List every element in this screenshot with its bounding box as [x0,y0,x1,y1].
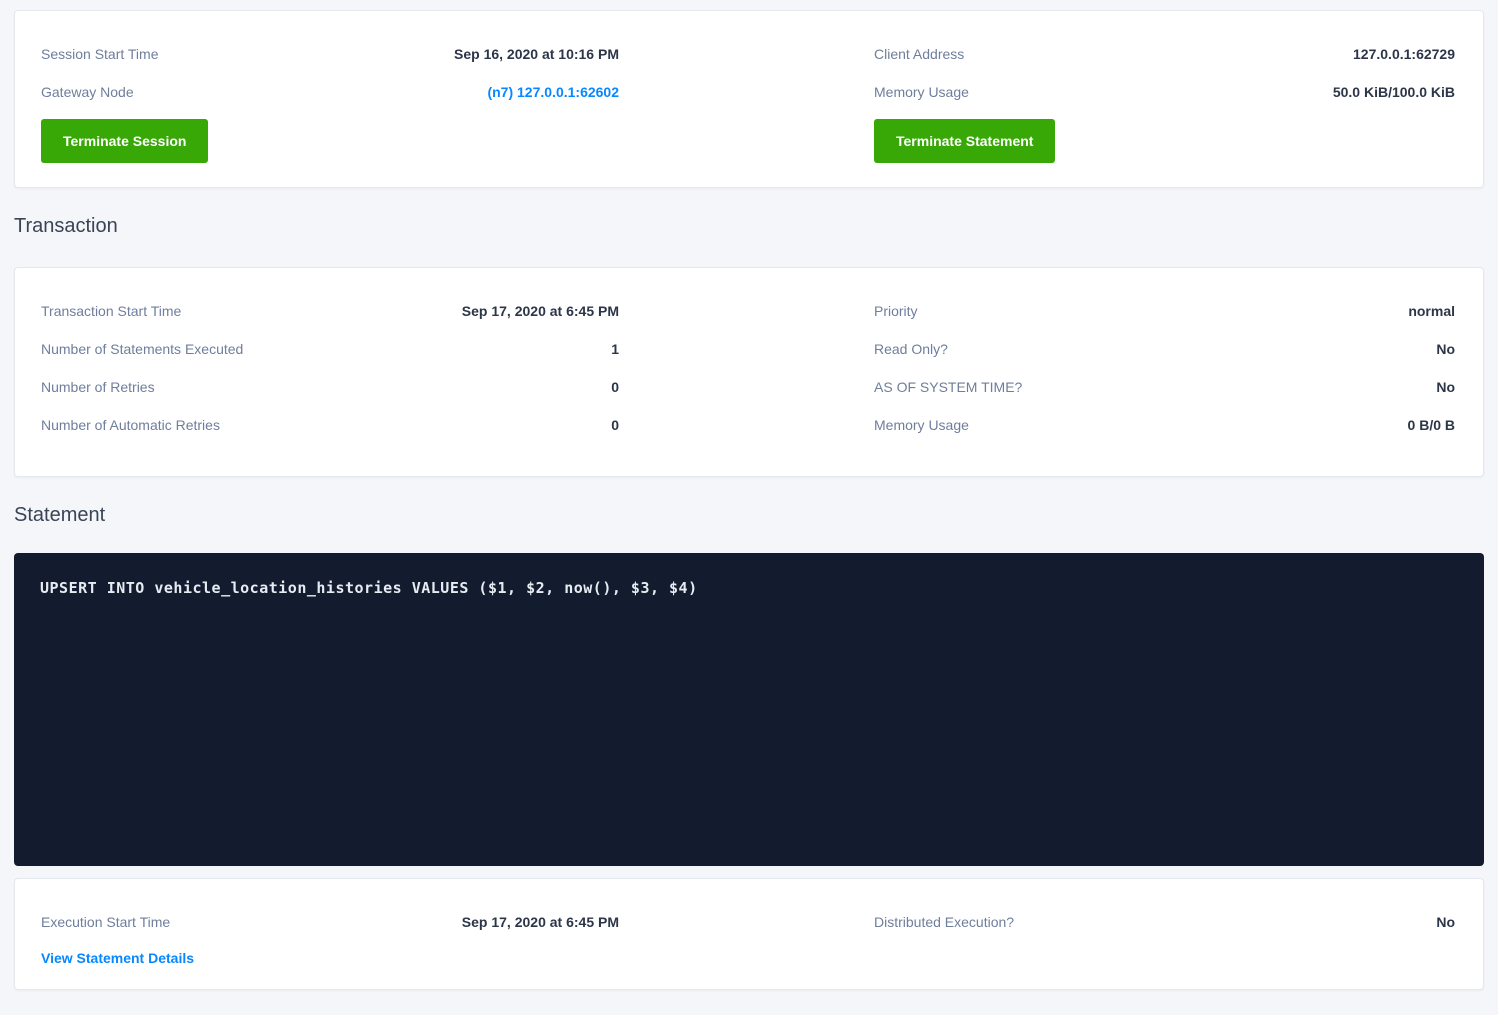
transaction-right-column: Priority normal Read Only? No AS OF SYST… [749,268,1483,476]
priority-row: Priority normal [874,292,1455,330]
statements-executed-row: Number of Statements Executed 1 [41,330,619,368]
statements-executed-label: Number of Statements Executed [41,341,243,357]
transaction-start-time-row: Transaction Start Time Sep 17, 2020 at 6… [41,292,619,330]
as-of-system-time-row: AS OF SYSTEM TIME? No [874,368,1455,406]
session-start-time-value: Sep 16, 2020 at 10:16 PM [454,46,619,62]
execution-start-time-value: Sep 17, 2020 at 6:45 PM [462,914,619,930]
statement-sql-box: UPSERT INTO vehicle_location_histories V… [14,553,1484,866]
transaction-start-time-value: Sep 17, 2020 at 6:45 PM [462,303,619,319]
client-address-row: Client Address 127.0.0.1:62729 [874,35,1455,73]
automatic-retries-label: Number of Automatic Retries [41,417,220,433]
distributed-execution-row: Distributed Execution? No [874,903,1455,941]
distributed-execution-label: Distributed Execution? [874,914,1014,930]
read-only-value: No [1436,341,1455,357]
transaction-memory-usage-value: 0 B/0 B [1408,417,1455,433]
session-memory-usage-label: Memory Usage [874,84,969,100]
client-address-label: Client Address [874,46,964,62]
session-memory-usage-row: Memory Usage 50.0 KiB/100.0 KiB [874,73,1455,111]
transaction-memory-usage-row: Memory Usage 0 B/0 B [874,406,1455,444]
priority-label: Priority [874,303,918,319]
session-memory-usage-value: 50.0 KiB/100.0 KiB [1333,84,1455,100]
terminate-session-button[interactable]: Terminate Session [41,119,208,163]
automatic-retries-row: Number of Automatic Retries 0 [41,406,619,444]
transaction-left-column: Transaction Start Time Sep 17, 2020 at 6… [15,268,749,476]
statement-section-title: Statement [14,501,1484,529]
execution-start-time-label: Execution Start Time [41,914,170,930]
automatic-retries-value: 0 [611,417,619,433]
read-only-label: Read Only? [874,341,948,357]
distributed-execution-value: No [1436,914,1455,930]
execution-left-column: Execution Start Time Sep 17, 2020 at 6:4… [15,879,749,989]
session-summary-right-column: Client Address 127.0.0.1:62729 Memory Us… [749,11,1483,187]
transaction-card: Transaction Start Time Sep 17, 2020 at 6… [14,267,1484,477]
session-start-time-label: Session Start Time [41,46,159,62]
gateway-node-label: Gateway Node [41,84,134,100]
transaction-memory-usage-label: Memory Usage [874,417,969,433]
sql-statement-text: UPSERT INTO vehicle_location_histories V… [40,579,698,597]
execution-right-column: Distributed Execution? No [749,879,1483,989]
session-start-time-row: Session Start Time Sep 16, 2020 at 10:16… [41,35,619,73]
retries-label: Number of Retries [41,379,155,395]
session-summary-left-column: Session Start Time Sep 16, 2020 at 10:16… [15,11,749,187]
statements-executed-value: 1 [611,341,619,357]
execution-card: Execution Start Time Sep 17, 2020 at 6:4… [14,878,1484,990]
priority-value: normal [1408,303,1455,319]
read-only-row: Read Only? No [874,330,1455,368]
retries-value: 0 [611,379,619,395]
gateway-node-link[interactable]: (n7) 127.0.0.1:62602 [487,84,619,100]
execution-start-time-row: Execution Start Time Sep 17, 2020 at 6:4… [41,903,619,941]
gateway-node-row: Gateway Node (n7) 127.0.0.1:62602 [41,73,619,111]
transaction-section-title: Transaction [14,212,1484,240]
transaction-start-time-label: Transaction Start Time [41,303,181,319]
session-details-page: Session Start Time Sep 16, 2020 at 10:16… [0,10,1498,1015]
as-of-system-time-label: AS OF SYSTEM TIME? [874,379,1022,395]
as-of-system-time-value: No [1436,379,1455,395]
terminate-statement-button[interactable]: Terminate Statement [874,119,1055,163]
retries-row: Number of Retries 0 [41,368,619,406]
client-address-value: 127.0.0.1:62729 [1353,46,1455,62]
session-summary-card: Session Start Time Sep 16, 2020 at 10:16… [14,10,1484,188]
view-statement-details-link[interactable]: View Statement Details [41,950,194,966]
